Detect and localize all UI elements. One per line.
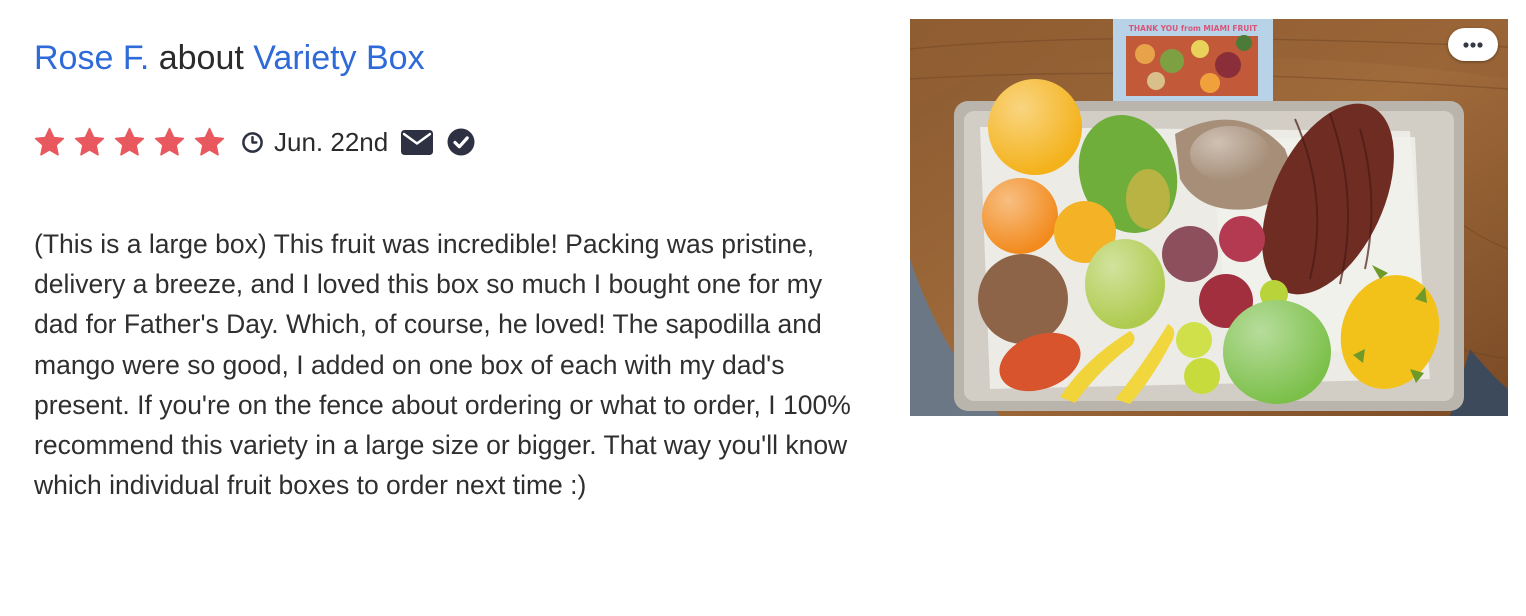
review-photo[interactable]: THANK YOU from MIAMI FRUIT [910,19,1508,416]
clock-icon [242,131,263,153]
review-card: Rose F. about Variety Box Jun. 22nd (Thi… [0,0,1526,616]
fruit-tray-image: THANK YOU from MIAMI FRUIT [910,19,1508,416]
star-rating [34,127,234,158]
star-icon [114,127,145,156]
review-text: (This is a large box) This fruit was inc… [34,229,851,501]
star-icon [34,127,65,156]
star-icon [194,127,225,156]
envelope-icon[interactable] [401,129,434,155]
product-link[interactable]: Variety Box [253,39,424,77]
card-caption: THANK YOU from MIAMI FRUIT [1129,24,1258,33]
check-circle-icon [447,128,475,156]
photo-more-button[interactable] [1448,28,1498,61]
review-date: Jun. 22nd [274,126,389,157]
star-icon [74,127,105,156]
star-icon [154,127,185,156]
about-label: about [158,39,244,77]
more-dots-icon [1463,41,1483,48]
review-meta: Jun. 22nd [34,124,475,160]
author-link[interactable]: Rose F. [34,39,149,77]
review-header: Rose F. about Variety Box [34,36,425,80]
